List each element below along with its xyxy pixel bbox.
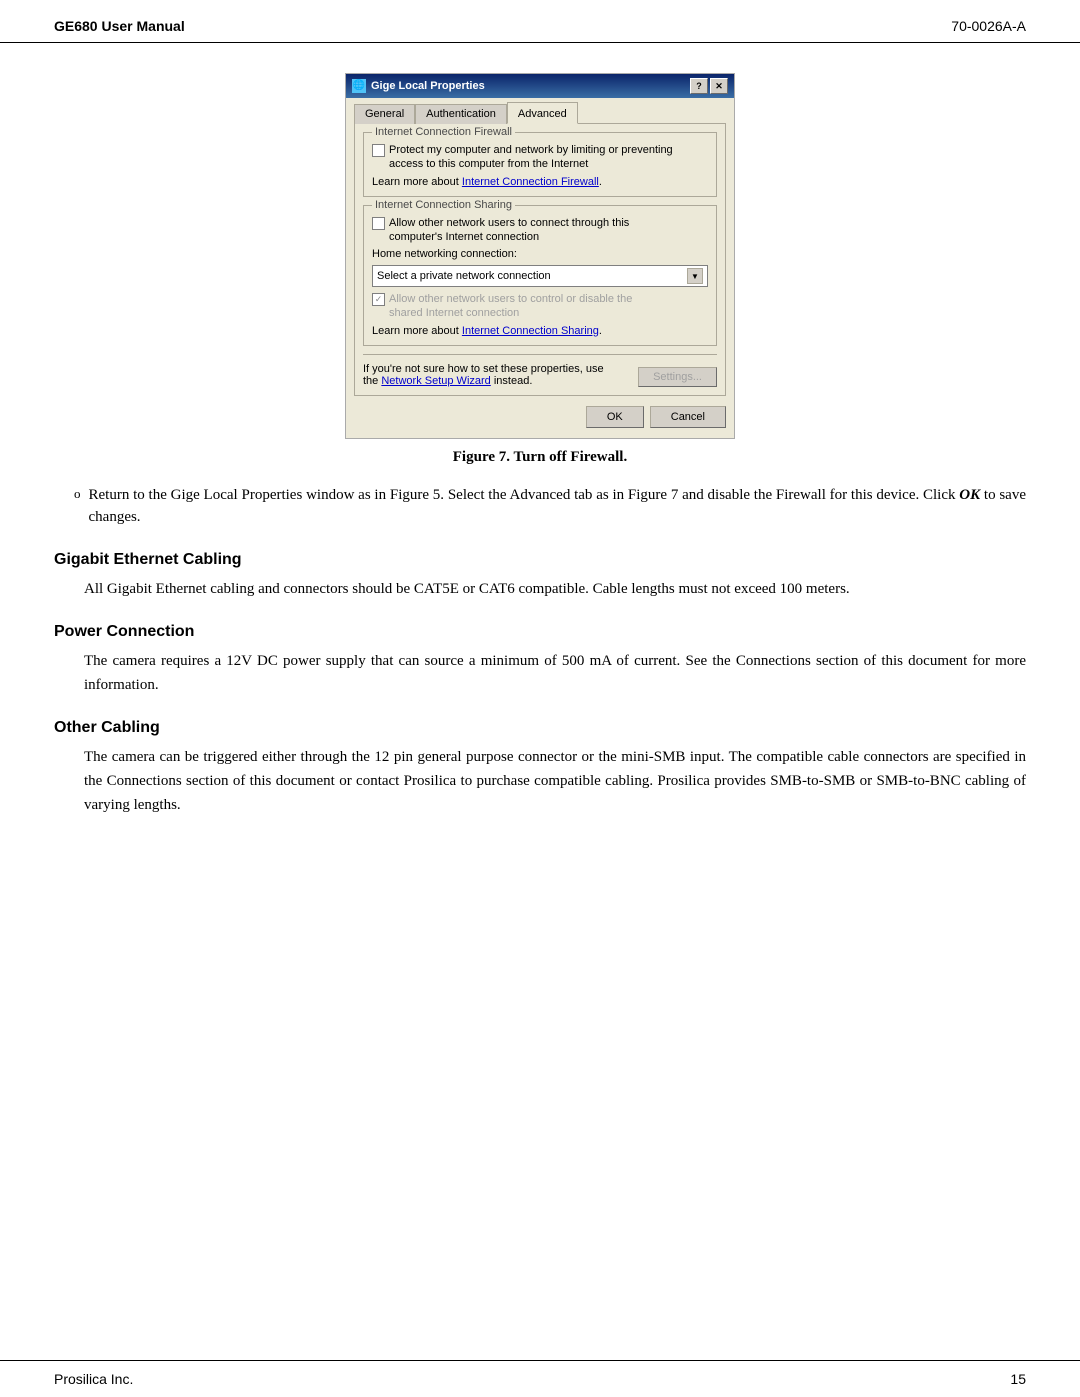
control-checkbox-text: Allow other network users to control or … — [389, 292, 632, 321]
tab-bar: General Authentication Advanced — [354, 104, 726, 124]
section-heading-gigabit: Gigabit Ethernet Cabling — [54, 551, 1026, 569]
firewall-learn-more: Learn more about Internet Connection Fir… — [372, 176, 708, 188]
tab-advanced[interactable]: Advanced — [507, 102, 578, 124]
bullet-section: o Return to the Gige Local Properties wi… — [74, 484, 1026, 529]
firewall-checkbox-row: Protect my computer and network by limit… — [372, 143, 708, 172]
sharing-period: . — [599, 325, 602, 337]
network-setup-wizard-link[interactable]: Network Setup Wizard — [381, 375, 490, 387]
bottom-text: If you're not sure how to set these prop… — [363, 363, 638, 387]
page-header: GE680 User Manual 70-0026A-A — [0, 0, 1080, 43]
dialog-body: General Authentication Advanced Internet… — [346, 98, 734, 438]
section-heading-other: Other Cabling — [54, 719, 1026, 737]
figure-caption: Figure 7. Turn off Firewall. — [453, 449, 627, 466]
sharing-checkbox-row: Allow other network users to connect thr… — [372, 216, 708, 245]
firewall-group-label: Internet Connection Firewall — [372, 126, 515, 138]
home-net-label-row: Home networking connection: — [372, 248, 708, 260]
section-body-other: The camera can be triggered either throu… — [84, 745, 1026, 817]
page-content: 🌐 Gige Local Properties ? ✕ General Auth… — [0, 43, 1080, 857]
dialog-titlebar: 🌐 Gige Local Properties ? ✕ — [346, 74, 734, 98]
footer-right: 15 — [1010, 1371, 1026, 1387]
bullet-text: Return to the Gige Local Properties wind… — [89, 484, 1027, 529]
section-body-power: The camera requires a 12V DC power suppl… — [84, 649, 1026, 697]
firewall-learn-more-text: Learn more about — [372, 176, 462, 188]
sharing-checkbox[interactable] — [372, 217, 385, 230]
bottom-section: If you're not sure how to set these prop… — [363, 354, 717, 387]
header-right: 70-0026A-A — [951, 18, 1026, 34]
section-heading-power: Power Connection — [54, 623, 1026, 641]
firewall-group: Internet Connection Firewall Protect my … — [363, 132, 717, 197]
sharing-group-content: Allow other network users to connect thr… — [372, 216, 708, 337]
control-checkbox[interactable]: ✓ — [372, 293, 385, 306]
bullet-item: o Return to the Gige Local Properties wi… — [74, 484, 1026, 529]
dialog-title-text: Gige Local Properties — [371, 80, 485, 92]
sharing-learn-more-text: Learn more about — [372, 325, 462, 337]
header-left: GE680 User Manual — [54, 18, 185, 34]
firewall-checkbox-text: Protect my computer and network by limit… — [389, 143, 673, 172]
sharing-learn-more-link[interactable]: Internet Connection Sharing — [462, 325, 599, 337]
close-button[interactable]: ✕ — [710, 78, 728, 94]
help-button[interactable]: ? — [690, 78, 708, 94]
firewall-period: . — [599, 176, 602, 188]
dialog-window: 🌐 Gige Local Properties ? ✕ General Auth… — [345, 73, 735, 439]
sharing-learn-more: Learn more about Internet Connection Sha… — [372, 325, 708, 337]
ok-button[interactable]: OK — [586, 406, 644, 428]
page-footer: Prosilica Inc. 15 — [0, 1360, 1080, 1397]
dropdown-arrow-icon: ▼ — [687, 268, 703, 284]
dialog-buttons: OK Cancel — [354, 406, 726, 428]
settings-button[interactable]: Settings... — [638, 367, 717, 387]
control-checkbox-row: ✓ Allow other network users to control o… — [372, 292, 708, 321]
firewall-learn-more-link[interactable]: Internet Connection Firewall — [462, 176, 599, 188]
tab-authentication[interactable]: Authentication — [415, 104, 507, 124]
home-net-label: Home networking connection: — [372, 248, 517, 260]
figure-container: 🌐 Gige Local Properties ? ✕ General Auth… — [54, 73, 1026, 466]
dropdown-value: Select a private network connection — [377, 270, 551, 282]
sharing-group-label: Internet Connection Sharing — [372, 199, 515, 211]
firewall-group-content: Protect my computer and network by limit… — [372, 143, 708, 188]
section-body-gigabit: All Gigabit Ethernet cabling and connect… — [84, 577, 1026, 601]
tab-content: Internet Connection Firewall Protect my … — [354, 123, 726, 396]
titlebar-buttons: ? ✕ — [690, 78, 728, 94]
dialog-title-left: 🌐 Gige Local Properties — [352, 79, 485, 93]
tab-general[interactable]: General — [354, 104, 415, 124]
sharing-checkbox-text: Allow other network users to connect thr… — [389, 216, 629, 245]
dialog-title-icon: 🌐 — [352, 79, 366, 93]
figure-caption-text: Figure 7. Turn off Firewall. — [453, 449, 627, 465]
cancel-button[interactable]: Cancel — [650, 406, 726, 428]
bullet-circle: o — [74, 486, 81, 502]
footer-left: Prosilica Inc. — [54, 1371, 133, 1387]
network-dropdown[interactable]: Select a private network connection ▼ — [372, 265, 708, 287]
sharing-group: Internet Connection Sharing Allow other … — [363, 205, 717, 346]
firewall-checkbox[interactable] — [372, 144, 385, 157]
dropdown-row: Select a private network connection ▼ — [372, 265, 708, 287]
